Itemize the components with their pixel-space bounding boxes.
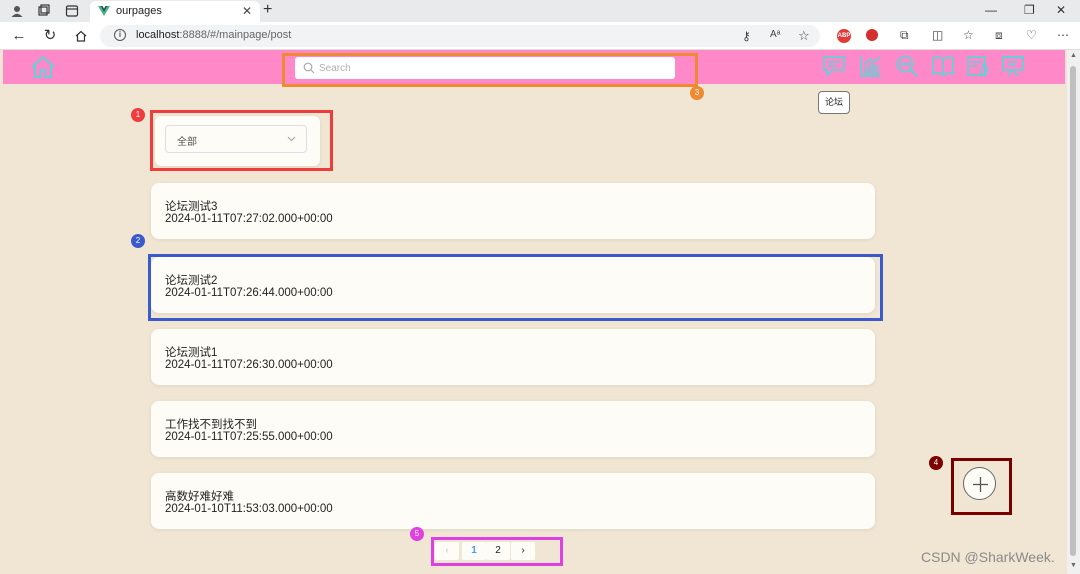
tab-title: ourpages: [116, 5, 162, 17]
minimize-icon[interactable]: —: [985, 3, 997, 17]
post-title: 工作找不到找不到: [165, 419, 257, 431]
adblock-icon[interactable]: ABP: [837, 29, 851, 43]
back-icon[interactable]: ←: [10, 27, 28, 45]
annotation-label-1: 1: [131, 108, 145, 122]
scroll-up-icon[interactable]: ▲: [1070, 52, 1077, 59]
collections-bar-icon[interactable]: ⧈: [995, 28, 1003, 43]
annotation-box-3: [282, 53, 698, 87]
post-card[interactable]: 高数好难好难 2024-01-10T11:53:03.000+00:00: [151, 473, 875, 529]
scroll-thumb[interactable]: [1070, 66, 1076, 556]
annotation-label-5: 5: [410, 527, 424, 541]
page-scrollbar[interactable]: ▲ ▼: [1067, 50, 1080, 574]
annotation-label-4: 4: [929, 456, 943, 470]
heart-extension-icon[interactable]: ♡: [1026, 28, 1037, 42]
annotation-box-5: [431, 537, 563, 566]
vue-logo-icon: [98, 6, 110, 16]
favorites-icon[interactable]: ☆: [963, 28, 974, 42]
book-icon[interactable]: [931, 54, 955, 78]
annotation-label-2: 2: [131, 234, 145, 248]
extension-red-icon[interactable]: [866, 29, 878, 41]
scroll-down-icon[interactable]: ▼: [1070, 562, 1077, 569]
split-screen-icon[interactable]: ◫: [932, 28, 943, 42]
presentation-icon[interactable]: [1001, 54, 1025, 78]
post-title: 论坛测试1: [165, 347, 218, 359]
profile-icon[interactable]: [10, 4, 24, 18]
note-icon[interactable]: [966, 54, 990, 78]
address-bar: ← ↻ i localhost:8888/#/mainpage/post ⚷ A…: [0, 22, 1080, 50]
extensions-icon[interactable]: ⧉: [900, 28, 909, 43]
post-card[interactable]: 工作找不到找不到 2024-01-11T07:25:55.000+00:00: [151, 401, 875, 457]
close-window-icon[interactable]: ✕: [1056, 3, 1066, 17]
svg-text:JOB: JOB: [898, 62, 911, 69]
more-menu-icon[interactable]: ⋯: [1057, 28, 1069, 42]
annotation-label-3: 3: [690, 86, 704, 100]
new-tab-icon[interactable]: +: [263, 1, 272, 19]
browser-tab[interactable]: ourpages ✕: [90, 1, 260, 22]
post-title: 高数好难好难: [165, 491, 234, 503]
stats-icon[interactable]: [859, 54, 883, 78]
favorite-star-icon[interactable]: ☆: [798, 28, 810, 44]
site-info-icon[interactable]: i: [114, 29, 126, 41]
refresh-icon[interactable]: ↻: [41, 27, 59, 45]
annotation-box-2: [148, 254, 883, 321]
post-card[interactable]: 论坛测试3 2024-01-11T07:27:02.000+00:00: [151, 183, 875, 239]
read-aloud-icon[interactable]: Aᵃ: [770, 29, 780, 40]
post-time: 2024-01-11T07:27:02.000+00:00: [165, 213, 333, 225]
tab-actions-icon[interactable]: [65, 4, 79, 18]
close-tab-icon[interactable]: ✕: [242, 4, 252, 18]
watermark: CSDN @SharkWeek.: [921, 549, 1055, 565]
post-time: 2024-01-11T07:25:55.000+00:00: [165, 431, 333, 443]
annotation-box-1: [150, 110, 333, 171]
forum-icon[interactable]: [822, 54, 846, 78]
url-text: localhost:8888/#/mainpage/post: [136, 29, 292, 41]
browser-tab-bar: ourpages ✕ + — ❐ ✕: [0, 0, 1080, 22]
url-field[interactable]: i localhost:8888/#/mainpage/post ⚷ Aᵃ ☆: [100, 25, 820, 47]
annotation-box-4: [951, 458, 1012, 515]
collections-icon[interactable]: [37, 4, 51, 18]
home-browser-icon[interactable]: [72, 27, 90, 45]
post-time: 2024-01-11T07:26:30.000+00:00: [165, 359, 333, 371]
restore-icon[interactable]: ❐: [1024, 3, 1035, 17]
home-icon[interactable]: [30, 55, 56, 79]
search-job-icon[interactable]: JOB: [895, 54, 919, 78]
forum-tooltip: 论坛: [818, 91, 850, 114]
key-icon[interactable]: ⚷: [742, 29, 751, 43]
post-time: 2024-01-10T11:53:03.000+00:00: [165, 503, 333, 515]
post-title: 论坛测试3: [165, 201, 218, 213]
post-card[interactable]: 论坛测试1 2024-01-11T07:26:30.000+00:00: [151, 329, 875, 385]
